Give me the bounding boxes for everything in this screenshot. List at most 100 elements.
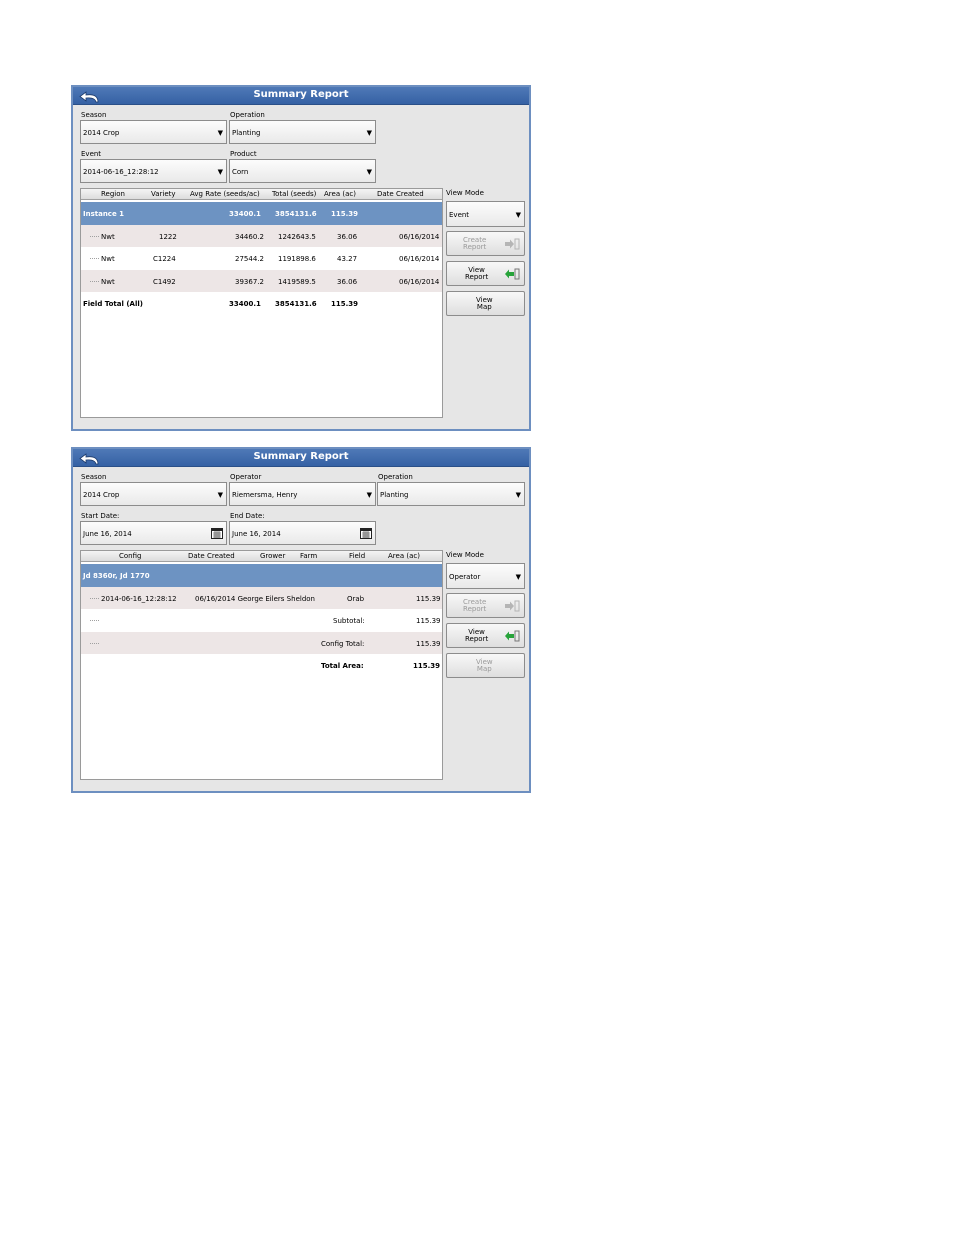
- season-value: 2014 Crop: [83, 129, 120, 137]
- column-header-variety[interactable]: Variety: [151, 190, 176, 198]
- column-header-date-created[interactable]: Date Created: [377, 190, 424, 198]
- page-title: Summary Report: [253, 451, 349, 462]
- event-label: Event: [81, 150, 102, 158]
- column-header-area[interactable]: Area (ac): [388, 552, 420, 560]
- row-config: 2014-06-16_12:28:12: [101, 595, 177, 603]
- column-header-farm[interactable]: Farm: [300, 552, 317, 560]
- view-map-button[interactable]: View Map: [446, 291, 525, 316]
- row-date: 06/16/2014: [399, 278, 440, 286]
- view-mode-dropdown[interactable]: Event ▼: [446, 201, 525, 227]
- row-total: 1419589.5: [278, 278, 316, 286]
- calendar-icon: [211, 528, 223, 539]
- field-total-avg-rate: 33400.1: [229, 300, 261, 308]
- column-header-region[interactable]: Region: [101, 190, 125, 198]
- view-mode-label: View Mode: [446, 551, 484, 559]
- row-area: 36.06: [337, 233, 358, 241]
- group-area: 115.39: [331, 210, 359, 218]
- operation-value: Planting: [232, 129, 261, 137]
- summary-report-panel-event: Summary Report Season 2014 Crop ▼ Operat…: [71, 85, 531, 431]
- operator-value: Riemersma, Henry: [232, 491, 298, 499]
- create-report-button[interactable]: Create Report: [446, 593, 525, 618]
- create-report-label: Create Report: [463, 236, 487, 251]
- table-row[interactable]: 2014-06-16_12:28:12 06/16/2014 George Ei…: [81, 587, 442, 609]
- dropdown-arrow-icon: ▼: [217, 168, 223, 176]
- row-avg-rate: 34460.2: [235, 233, 264, 241]
- config-total-label: Config Total:: [321, 640, 365, 648]
- product-value: Corn: [232, 168, 249, 176]
- tree-branch: [90, 236, 99, 238]
- column-header-area[interactable]: Area (ac): [324, 190, 356, 198]
- start-date-picker[interactable]: June 16, 2014: [80, 521, 227, 545]
- view-map-button[interactable]: View Map: [446, 653, 525, 678]
- dropdown-arrow-icon: ▼: [217, 129, 223, 137]
- tree-branch: [90, 281, 99, 283]
- tree-branch: [90, 643, 99, 645]
- summary-table: Config Date Created Grower Farm Field Ar…: [80, 550, 443, 780]
- row-variety: 1222: [159, 233, 177, 241]
- view-map-label: View Map: [476, 296, 493, 311]
- import-arrow-icon: [505, 268, 520, 280]
- column-header-total[interactable]: Total (seeds): [272, 190, 316, 198]
- operator-label: Operator: [230, 473, 262, 481]
- dropdown-arrow-icon: ▼: [366, 129, 372, 137]
- create-report-label: Create Report: [463, 598, 487, 613]
- event-dropdown[interactable]: 2014-06-16_12:28:12 ▼: [80, 159, 227, 183]
- table-row[interactable]: Nwt C1224 27544.2 1191898.6 43.27 06/16/…: [81, 247, 442, 270]
- row-region: Nwt: [101, 255, 115, 263]
- row-date-grower-farm: 06/16/2014 George Eilers Sheldon: [195, 595, 315, 603]
- table-row[interactable]: Nwt C1492 39367.2 1419589.5 36.06 06/16/…: [81, 270, 442, 292]
- view-report-label: View Report: [465, 266, 489, 281]
- dropdown-arrow-icon: ▼: [366, 168, 372, 176]
- row-date: 06/16/2014: [399, 233, 440, 241]
- group-row[interactable]: Jd 8360r, Jd 1770: [81, 564, 442, 587]
- event-value: 2014-06-16_12:28:12: [83, 168, 159, 176]
- column-header-avg-rate[interactable]: Avg Rate (seeds/ac): [190, 190, 260, 198]
- group-total: 3854131.6: [275, 210, 317, 218]
- title-bar: Summary Report: [73, 87, 529, 105]
- column-header-date-created[interactable]: Date Created: [188, 552, 235, 560]
- tree-branch: [90, 598, 99, 600]
- row-date: 06/16/2014: [399, 255, 440, 263]
- column-header-config[interactable]: Config: [119, 552, 141, 560]
- calendar-icon: [360, 528, 372, 539]
- summary-report-panel-operator: Summary Report Season 2014 Crop ▼ Operat…: [71, 447, 531, 793]
- column-header-field[interactable]: Field: [349, 552, 365, 560]
- column-header-grower[interactable]: Grower: [260, 552, 285, 560]
- view-report-label: View Report: [465, 628, 489, 643]
- operator-dropdown[interactable]: Riemersma, Henry ▼: [229, 482, 376, 506]
- view-mode-dropdown[interactable]: Operator ▼: [446, 563, 525, 589]
- end-date-label: End Date:: [230, 512, 265, 520]
- season-value: 2014 Crop: [83, 491, 120, 499]
- create-report-button[interactable]: Create Report: [446, 231, 525, 256]
- row-total: 1191898.6: [278, 255, 316, 263]
- export-arrow-icon: [505, 238, 520, 250]
- operation-label: Operation: [378, 473, 413, 481]
- view-report-button[interactable]: View Report: [446, 623, 525, 648]
- group-name: Instance 1: [83, 210, 125, 218]
- row-region: Nwt: [101, 233, 115, 241]
- row-area: 43.27: [337, 255, 358, 263]
- table-row[interactable]: Nwt 1222 34460.2 1242643.5 36.06 06/16/2…: [81, 225, 442, 247]
- row-region: Nwt: [101, 278, 115, 286]
- product-dropdown[interactable]: Corn ▼: [229, 159, 376, 183]
- tree-branch: [90, 258, 99, 260]
- season-label: Season: [81, 473, 107, 481]
- row-area: 36.06: [337, 278, 358, 286]
- field-total-area: 115.39: [331, 300, 359, 308]
- operation-dropdown[interactable]: Planting ▼: [377, 482, 525, 506]
- end-date-picker[interactable]: June 16, 2014: [229, 521, 376, 545]
- season-dropdown[interactable]: 2014 Crop ▼: [80, 120, 227, 144]
- season-dropdown[interactable]: 2014 Crop ▼: [80, 482, 227, 506]
- row-field: Orab: [347, 595, 365, 603]
- tree-branch: [90, 620, 99, 622]
- row-total: 1242643.5: [278, 233, 316, 241]
- view-report-button[interactable]: View Report: [446, 261, 525, 286]
- row-area: 115.39: [416, 595, 441, 603]
- export-arrow-icon: [505, 600, 520, 612]
- operation-dropdown[interactable]: Planting ▼: [229, 120, 376, 144]
- subtotal-label: Subtotal:: [333, 617, 365, 625]
- group-row[interactable]: Instance 1 33400.1 3854131.6 115.39: [81, 202, 442, 225]
- total-area-label: Total Area:: [321, 662, 364, 670]
- row-variety: C1224: [153, 255, 176, 263]
- total-area-value: 115.39: [413, 662, 441, 670]
